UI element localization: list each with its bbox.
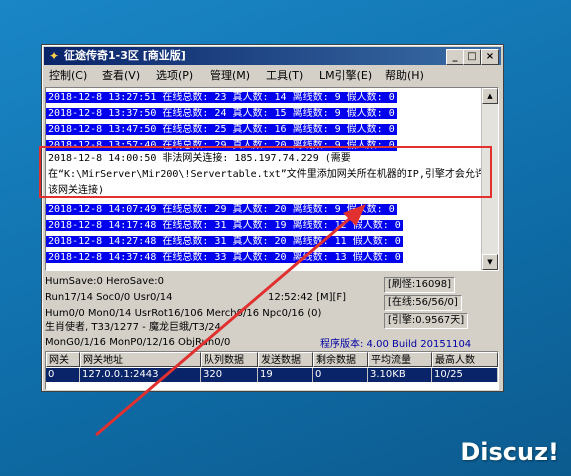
- annotation-arrow: [95, 204, 366, 437]
- watermark-logo: Discuz!: [460, 438, 559, 466]
